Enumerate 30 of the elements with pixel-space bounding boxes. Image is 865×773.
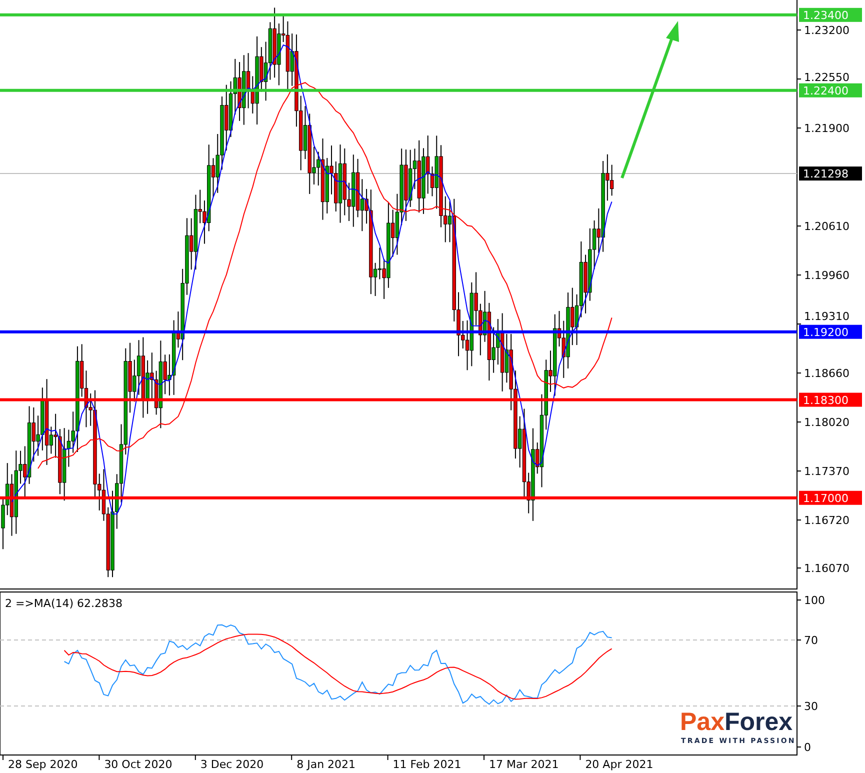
indicator-axis-label: 100	[804, 594, 825, 607]
price-axis-label: 1.22550	[804, 71, 850, 84]
indicator-axis-label: 0	[804, 741, 811, 754]
price-tag: 1.17000	[799, 490, 862, 505]
time-axis-label: 17 Mar 2021	[489, 758, 559, 771]
price-tag: 1.18300	[799, 392, 862, 407]
price-tag: 1.22400	[799, 83, 862, 98]
price-axis-label: 1.19960	[804, 269, 850, 282]
time-axis-label: 20 Apr 2021	[585, 758, 654, 771]
time-axis-label: 30 Oct 2020	[104, 758, 172, 771]
indicator-axis-label: 70	[804, 634, 818, 647]
indicator-label: 2 =>MA(14) 62.2838	[5, 597, 123, 610]
price-tag: 1.21298	[799, 166, 862, 181]
price-tag: 1.19200	[799, 324, 862, 339]
price-axis-label: 1.18020	[804, 416, 850, 429]
time-axis-label: 28 Sep 2020	[8, 758, 78, 771]
time-axis-label: 11 Feb 2021	[392, 758, 462, 771]
price-axis-label: 1.16720	[804, 514, 850, 527]
price-axis-label: 1.23200	[804, 24, 850, 37]
time-axis-label: 8 Jan 2021	[296, 758, 356, 771]
indicator-axis-label: 30	[804, 700, 818, 713]
price-axis-label: 1.19310	[804, 310, 850, 323]
price-axis-label: 1.18660	[804, 367, 850, 380]
logo-text: PaxForex	[680, 708, 793, 736]
price-axis-label: 1.16070	[804, 562, 850, 575]
time-axis-label: 3 Dec 2020	[200, 758, 264, 771]
price-tag: 1.23400	[799, 8, 862, 22]
price-axis-label: 1.17370	[804, 465, 850, 478]
price-axis-label: 1.21900	[804, 122, 850, 135]
price-axis-label: 1.20610	[804, 220, 850, 233]
